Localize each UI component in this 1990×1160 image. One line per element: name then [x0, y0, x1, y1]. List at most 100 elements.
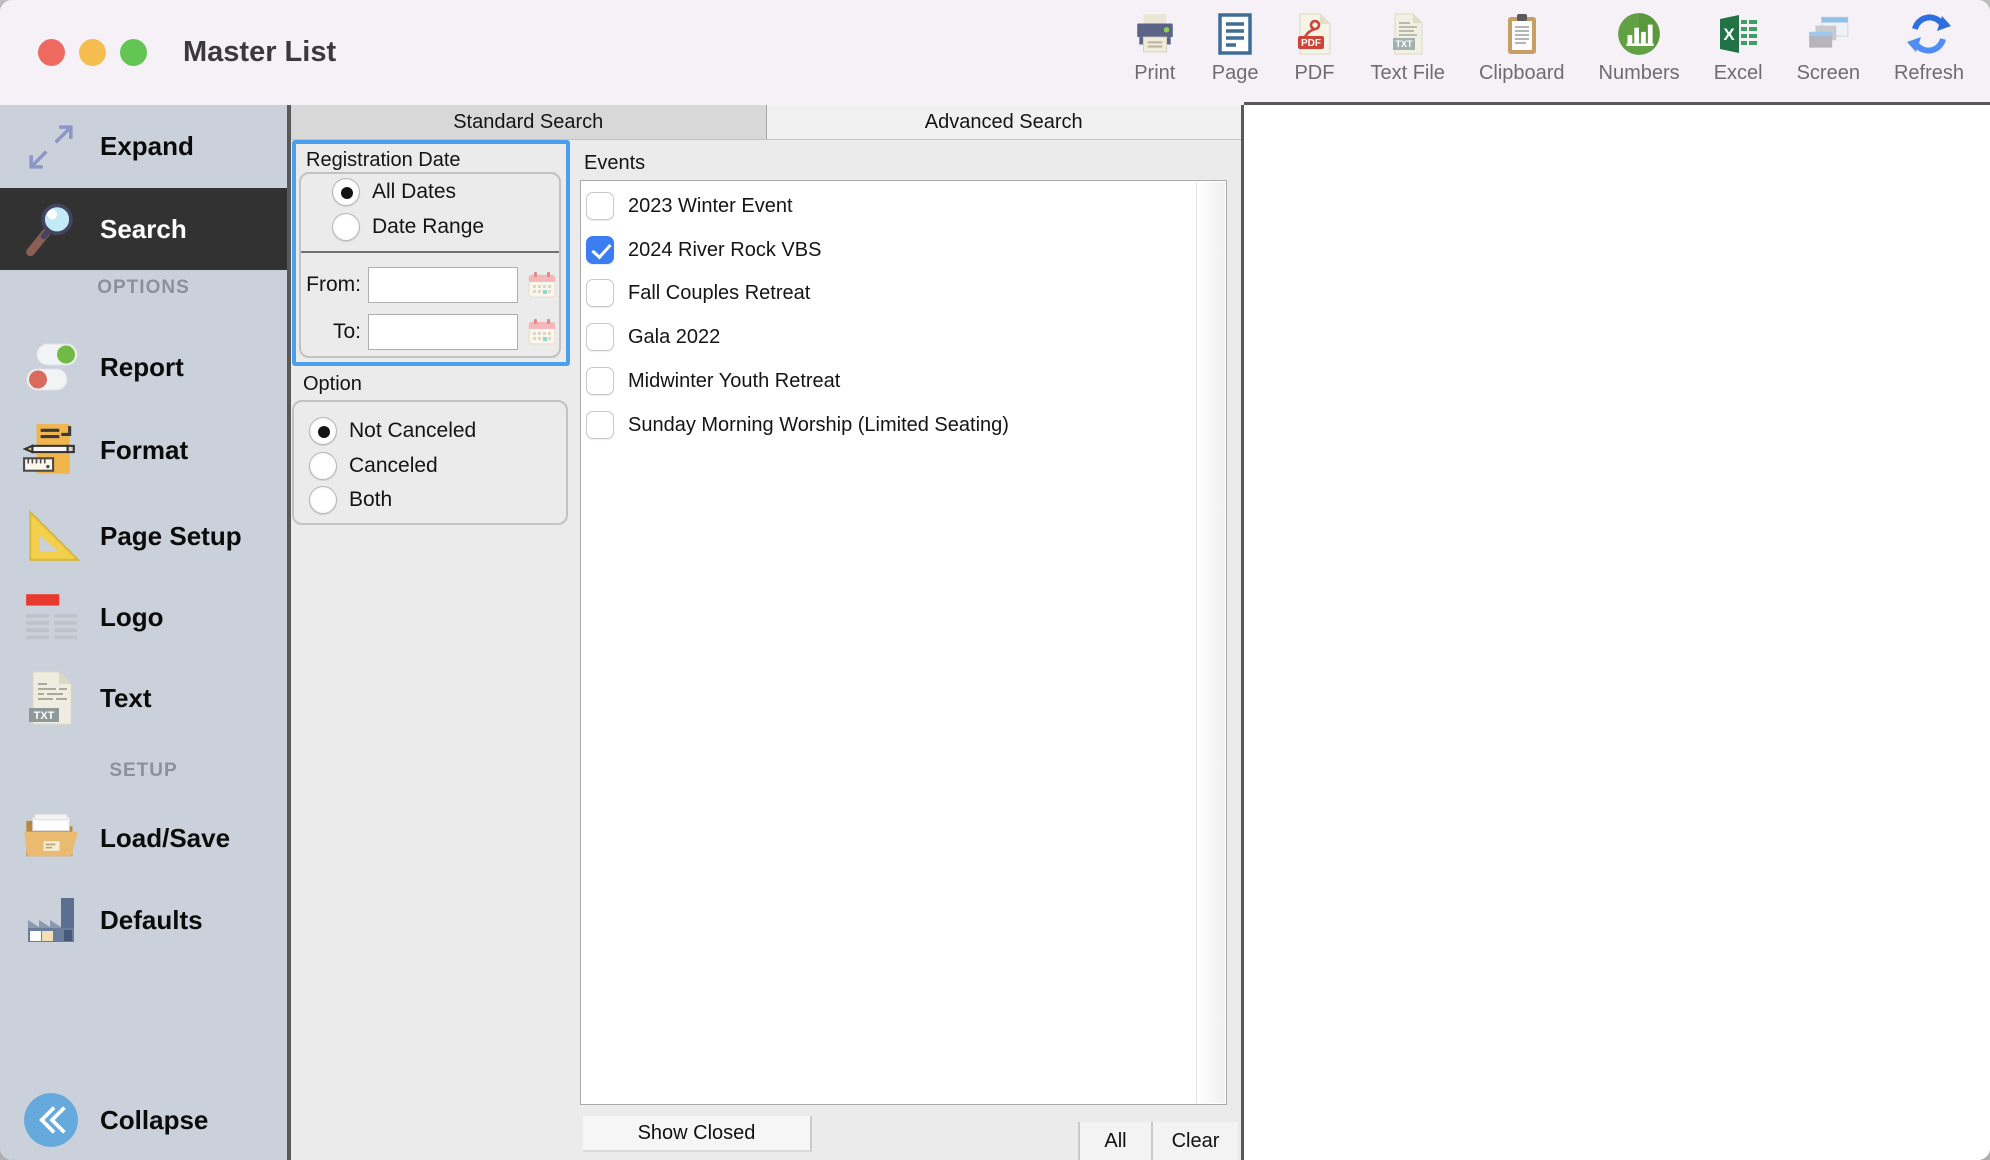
from-calendar-button[interactable] [526, 269, 558, 301]
printer-icon [1132, 8, 1178, 60]
event-row[interactable]: Midwinter Youth Retreat [586, 364, 840, 398]
clear-selection-button[interactable]: Clear [1151, 1122, 1238, 1160]
events-list: 2023 Winter Event 2024 River Rock VBS Fa… [580, 180, 1227, 1105]
not-canceled-label: Not Canceled [349, 419, 476, 443]
option-box: Not Canceled Canceled Both [292, 400, 568, 525]
excel-button[interactable]: X Excel [1714, 8, 1763, 85]
tab-bar: Standard Search Advanced Search [291, 105, 1241, 140]
to-calendar-button[interactable] [526, 316, 558, 348]
open-folder-icon [16, 808, 86, 868]
date-range-label: Date Range [372, 215, 484, 239]
not-canceled-radio[interactable] [309, 417, 337, 445]
calendar-icon [527, 269, 557, 299]
events-title: Events [584, 152, 645, 175]
event-checkbox[interactable] [586, 236, 614, 264]
sidebar-item-search[interactable]: Search [0, 188, 287, 270]
event-row[interactable]: Gala 2022 [586, 320, 720, 354]
search-panel: Standard Search Advanced Search Registra… [287, 105, 1244, 1160]
option-title: Option [303, 373, 362, 396]
event-checkbox[interactable] [586, 367, 614, 395]
screen-button[interactable]: Screen [1797, 8, 1860, 85]
format-document-icon [16, 421, 86, 479]
event-row[interactable]: 2024 River Rock VBS [586, 233, 821, 267]
sidebar-item-format[interactable]: Format [0, 410, 287, 490]
txt-file-icon: TXT [1386, 8, 1430, 60]
svg-text:TXT: TXT [34, 710, 55, 722]
print-button[interactable]: Print [1132, 8, 1178, 85]
sidebar: Expand Search OPTIONS Report Format [0, 105, 287, 1160]
sidebar-section-setup: SETUP [0, 760, 287, 782]
canceled-radio[interactable] [309, 452, 337, 480]
page-button[interactable]: Page [1212, 8, 1259, 85]
magnifier-icon [16, 200, 86, 258]
date-range-radio[interactable] [332, 213, 360, 241]
app-window: Master List Print Page PDF PDF [0, 0, 1990, 1160]
canceled-label: Canceled [349, 454, 438, 478]
page-icon [1213, 8, 1257, 60]
logo-placeholder-icon [16, 588, 86, 646]
zoom-button[interactable] [120, 39, 147, 66]
sidebar-item-logo[interactable]: Logo [0, 577, 287, 657]
svg-text:TXT: TXT [1395, 39, 1413, 49]
sidebar-item-load-save[interactable]: Load/Save [0, 798, 287, 878]
select-buttons: All Clear [1078, 1122, 1238, 1160]
pdf-button[interactable]: PDF PDF [1292, 8, 1336, 85]
all-dates-radio[interactable] [332, 178, 360, 206]
registration-date-group: Registration Date All Dates Date Range F… [292, 140, 570, 366]
event-row[interactable]: Fall Couples Retreat [586, 276, 810, 310]
minimize-button[interactable] [79, 39, 106, 66]
both-label: Both [349, 488, 392, 512]
toggles-icon [16, 339, 86, 395]
factory-icon [16, 892, 86, 948]
text-file-button[interactable]: TXT Text File [1370, 8, 1444, 85]
select-all-button[interactable]: All [1078, 1122, 1151, 1160]
numbers-button[interactable]: Numbers [1599, 8, 1680, 85]
show-closed-button[interactable]: Show Closed [583, 1116, 812, 1152]
set-square-icon [16, 507, 86, 565]
screen-windows-icon [1805, 8, 1851, 60]
svg-text:PDF: PDF [1301, 38, 1321, 49]
svg-text:X: X [1723, 25, 1735, 44]
sidebar-item-report[interactable]: Report [0, 327, 287, 407]
event-checkbox[interactable] [586, 411, 614, 439]
events-scrollbar[interactable] [1196, 182, 1225, 1103]
sidebar-item-text[interactable]: TXT Text [0, 658, 287, 738]
to-date-input[interactable] [368, 314, 518, 350]
close-button[interactable] [38, 39, 65, 66]
from-date-input[interactable] [368, 267, 518, 303]
expand-arrows-icon [16, 119, 86, 175]
sidebar-item-collapse[interactable]: Collapse [0, 1080, 287, 1160]
refresh-button[interactable]: Refresh [1894, 8, 1964, 85]
results-pane [1244, 102, 1990, 1160]
sidebar-item-defaults[interactable]: Defaults [0, 880, 287, 960]
numbers-chart-icon [1616, 8, 1662, 60]
group-divider [301, 251, 559, 253]
sidebar-section-options: OPTIONS [0, 277, 287, 299]
tab-advanced-search[interactable]: Advanced Search [766, 105, 1242, 139]
tab-standard-search[interactable]: Standard Search [291, 105, 766, 139]
event-row[interactable]: Sunday Morning Worship (Limited Seating) [586, 408, 1009, 442]
registration-date-box: All Dates Date Range From: To: [299, 172, 561, 358]
toolbar: Print Page PDF PDF TXT Text File [1132, 8, 1964, 85]
pdf-file-icon: PDF [1292, 8, 1336, 60]
sidebar-item-expand[interactable]: Expand [0, 105, 287, 188]
from-label: From: [301, 273, 361, 297]
event-checkbox[interactable] [586, 192, 614, 220]
event-checkbox[interactable] [586, 323, 614, 351]
all-dates-label: All Dates [372, 180, 456, 204]
clipboard-button[interactable]: Clipboard [1479, 8, 1565, 85]
sidebar-item-page-setup[interactable]: Page Setup [0, 496, 287, 576]
window-title: Master List [183, 0, 336, 105]
collapse-circle-icon [16, 1091, 86, 1149]
calendar-icon [527, 316, 557, 346]
to-label: To: [301, 320, 361, 344]
registration-date-title: Registration Date [306, 149, 461, 172]
excel-icon: X [1716, 8, 1760, 60]
event-checkbox[interactable] [586, 279, 614, 307]
clipboard-icon [1500, 8, 1544, 60]
traffic-lights [38, 39, 147, 66]
refresh-arrows-icon [1905, 8, 1953, 60]
txt-document-icon: TXT [16, 670, 86, 726]
both-radio[interactable] [309, 486, 337, 514]
event-row[interactable]: 2023 Winter Event [586, 189, 793, 223]
